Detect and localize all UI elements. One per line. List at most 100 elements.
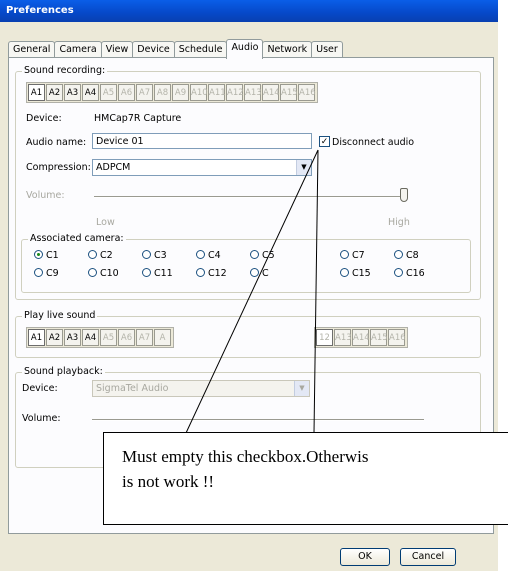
radio-dot-icon	[250, 268, 259, 277]
live-channel-button[interactable]: A7	[136, 329, 153, 346]
camera-radio[interactable]: C11	[142, 268, 173, 279]
camera-radio-label: C	[262, 268, 269, 279]
recording-channel-button[interactable]: A3	[64, 84, 81, 101]
playback-volume-track[interactable]	[92, 419, 424, 421]
tab-schedule[interactable]: Schedule	[173, 41, 228, 58]
camera-radio-label: C15	[352, 268, 371, 279]
live-channel-button[interactable]: A15	[370, 329, 388, 346]
radio-dot-icon	[34, 250, 43, 259]
callout-line-2: is not work !!	[122, 472, 215, 491]
live-channel-button[interactable]: A1	[28, 329, 45, 346]
radio-dot-icon	[394, 250, 403, 259]
live-channel-button[interactable]: A2	[46, 329, 63, 346]
camera-radio-label: C1	[46, 250, 59, 261]
play-live-sound-title: Play live sound	[22, 310, 98, 321]
recording-channel-button[interactable]: A14	[262, 84, 280, 101]
camera-radio[interactable]: C2	[88, 250, 113, 261]
camera-radio[interactable]: C12	[196, 268, 227, 279]
camera-radio[interactable]: C8	[394, 250, 419, 261]
radio-dot-icon	[340, 268, 349, 277]
camera-radio[interactable]: C9	[34, 268, 59, 279]
volume-label: Volume:	[26, 190, 65, 201]
radio-dot-icon	[142, 250, 151, 259]
camera-radio-label: C16	[406, 268, 425, 279]
cancel-button[interactable]: Cancel	[400, 548, 456, 566]
recording-channel-button[interactable]: A2	[46, 84, 63, 101]
camera-radio-label: C3	[154, 250, 167, 261]
recording-channel-selector: A1 A2 A3 A4 A5 A6 A7 A8 A9 A10 A11 A12 A13 A14 A15 A16	[26, 82, 318, 103]
radio-dot-icon	[142, 268, 151, 277]
disconnect-audio-checkbox[interactable]: ✓	[319, 136, 330, 147]
tab-network[interactable]: Network	[262, 41, 313, 58]
recording-channel-button[interactable]: A5	[100, 84, 117, 101]
playback-device-select[interactable]: SigmaTel Audio ▼	[92, 380, 310, 397]
tab-device[interactable]: Device	[132, 41, 175, 58]
volume-slider-thumb[interactable]	[400, 188, 408, 202]
live-channel-selector-right: 12 A13 A14 A15 A16	[314, 327, 408, 348]
recording-channel-button[interactable]: A7	[136, 84, 153, 101]
live-channel-button[interactable]: A3	[64, 329, 81, 346]
live-channel-button[interactable]: A14	[352, 329, 370, 346]
camera-radio[interactable]: C10	[88, 268, 119, 279]
live-channel-button[interactable]: A4	[82, 329, 99, 346]
play-live-sound-group: Play live sound A1 A2 A3 A4 A5 A6 A7 A 12 A13 A14…	[15, 310, 481, 358]
tab-strip: General Camera View Device Schedule Audio Netw…	[8, 39, 343, 59]
associated-camera-title: Associated camera:	[28, 233, 126, 244]
volume-low-label: Low	[96, 217, 115, 228]
recording-channel-button[interactable]: A16	[298, 84, 316, 101]
camera-radio-label: C8	[406, 250, 419, 261]
camera-radio[interactable]: C4	[196, 250, 221, 261]
camera-radio[interactable]: C1	[34, 250, 59, 261]
recording-channel-button[interactable]: A8	[154, 84, 171, 101]
recording-channel-button[interactable]: A13	[244, 84, 262, 101]
tab-audio[interactable]: Audio	[226, 39, 264, 59]
radio-dot-icon	[196, 250, 205, 259]
associated-camera-group: Associated camera: C1 C2 C3 C4 C5 C7 C8 C9 C10 C1…	[21, 233, 471, 293]
live-channel-button[interactable]: A16	[388, 329, 406, 346]
camera-radio-label: C4	[208, 250, 221, 261]
sound-recording-title: Sound recording:	[22, 65, 108, 76]
volume-high-label: High	[388, 217, 410, 228]
live-channel-selector: A1 A2 A3 A4 A5 A6 A7 A	[26, 327, 174, 348]
camera-radio-label: C11	[154, 268, 173, 279]
ok-button[interactable]: OK	[340, 548, 390, 566]
tab-user[interactable]: User	[311, 41, 343, 58]
camera-radio[interactable]: C5	[250, 250, 275, 261]
tab-general[interactable]: General	[8, 41, 56, 58]
callout-line-1: Must empty this checkbox.Otherwis	[122, 447, 369, 466]
recording-channel-button[interactable]: A6	[118, 84, 135, 101]
live-channel-button[interactable]: A13	[334, 329, 352, 346]
recording-channel-button[interactable]: A12	[226, 84, 244, 101]
device-value: HMCap7R Capture	[94, 113, 182, 124]
sound-recording-group: Sound recording: A1 A2 A3 A4 A5 A6 A7 A8 A9 A10 A1…	[15, 65, 481, 300]
device-label: Device:	[26, 113, 62, 124]
tab-camera[interactable]: Camera	[54, 41, 102, 58]
chevron-down-icon[interactable]: ▼	[296, 160, 311, 175]
window-title: Preferences	[0, 0, 498, 22]
volume-slider-track	[94, 196, 406, 198]
recording-channel-button[interactable]: A10	[190, 84, 208, 101]
recording-channel-button[interactable]: A11	[208, 84, 226, 101]
recording-channel-button[interactable]: A15	[280, 84, 298, 101]
live-channel-button[interactable]: A	[154, 329, 171, 346]
compression-select[interactable]: ADPCM ▼	[92, 159, 312, 176]
audio-name-input[interactable]: Device 01	[92, 133, 312, 149]
live-channel-button[interactable]: A6	[118, 329, 135, 346]
tab-view[interactable]: View	[100, 41, 134, 58]
compression-label: Compression:	[26, 162, 91, 173]
recording-channel-button[interactable]: A4	[82, 84, 99, 101]
camera-radio[interactable]: C15	[340, 268, 371, 279]
chevron-down-icon[interactable]: ▼	[294, 381, 309, 396]
disconnect-audio-label: Disconnect audio	[332, 137, 415, 148]
camera-radio[interactable]: C	[250, 268, 269, 279]
camera-radio[interactable]: C7	[340, 250, 365, 261]
live-channel-button[interactable]: A5	[100, 329, 117, 346]
live-channel-button[interactable]: 12	[316, 329, 333, 346]
recording-channel-button[interactable]: A1	[28, 84, 45, 101]
camera-radio[interactable]: C16	[394, 268, 425, 279]
camera-radio[interactable]: C3	[142, 250, 167, 261]
radio-dot-icon	[196, 268, 205, 277]
playback-device-value: SigmaTel Audio	[96, 383, 169, 394]
radio-dot-icon	[88, 250, 97, 259]
recording-channel-button[interactable]: A9	[172, 84, 189, 101]
